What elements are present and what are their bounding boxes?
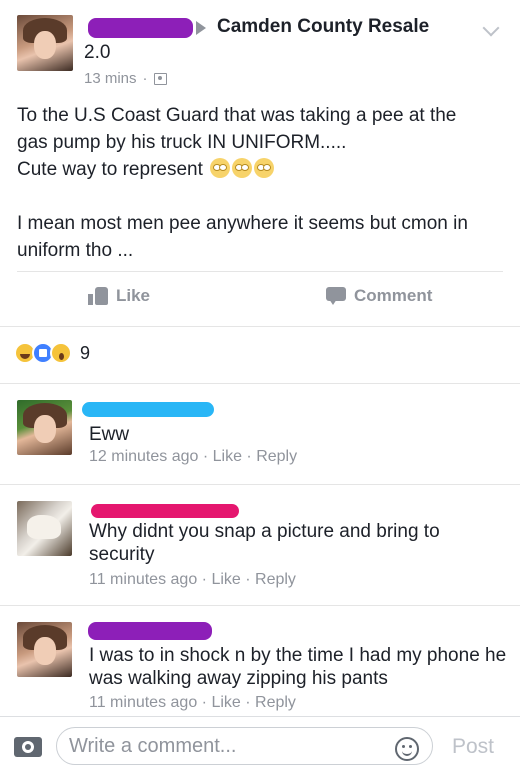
wow-reaction-icon bbox=[50, 342, 72, 364]
dog-photo bbox=[27, 515, 61, 539]
comment-meta: 11 minutes ago · Like · Reply bbox=[89, 571, 296, 588]
comment-timestamp[interactable]: 12 minutes ago bbox=[89, 448, 198, 465]
group-name-link[interactable]: Camden County Resale bbox=[217, 16, 429, 38]
comment-item: Eww 12 minutes ago · Like · Reply bbox=[0, 383, 520, 483]
comment-label: Comment bbox=[354, 286, 433, 305]
author-name-redaction bbox=[88, 18, 193, 38]
comment-like-link[interactable]: Like bbox=[211, 571, 240, 588]
comment-composer: Post bbox=[0, 716, 520, 768]
comment-like-link[interactable]: Like bbox=[213, 448, 242, 465]
comment-item: Why didnt you snap a picture and bring t… bbox=[0, 484, 520, 604]
post-timestamp[interactable]: 13 mins bbox=[84, 70, 137, 87]
comment-item: I was to in shock n by the time I had my… bbox=[0, 605, 520, 715]
reactions-summary[interactable]: 9 bbox=[14, 342, 90, 364]
chevron-down-icon[interactable] bbox=[482, 19, 500, 37]
comment-text: Eww bbox=[89, 424, 130, 445]
commenter-avatar[interactable] bbox=[17, 400, 72, 455]
comment-timestamp[interactable]: 11 minutes ago bbox=[89, 694, 197, 711]
comment-meta: 11 minutes ago · Like · Reply bbox=[89, 694, 296, 711]
divider bbox=[0, 326, 520, 327]
like-button[interactable]: Like bbox=[88, 286, 150, 306]
smiley-icon[interactable] bbox=[395, 737, 419, 761]
post-button[interactable]: Post bbox=[452, 735, 494, 759]
commenter-name-redaction bbox=[82, 402, 214, 417]
commenter-avatar[interactable] bbox=[17, 622, 72, 677]
author-name-suffix[interactable]: 2.0 bbox=[84, 42, 110, 64]
commenter-avatar[interactable] bbox=[17, 501, 72, 556]
post-body-line: Cute way to represent bbox=[17, 156, 507, 183]
comment-text: I was to in shock n by the time I had my… bbox=[89, 645, 507, 689]
comment-input[interactable] bbox=[56, 727, 433, 765]
comment-reply-link[interactable]: Reply bbox=[255, 694, 296, 711]
rolling-eyes-emoji bbox=[254, 158, 275, 178]
meta-separator: · bbox=[142, 70, 148, 87]
divider bbox=[17, 271, 503, 272]
comment-timestamp[interactable]: 11 minutes ago bbox=[89, 571, 197, 588]
like-label: Like bbox=[116, 286, 151, 305]
camera-icon[interactable] bbox=[14, 737, 42, 757]
post-body-paragraph: I mean most men pee anywhere it seems bu… bbox=[17, 213, 468, 261]
post-body-line: gas pump by his truck IN UNIFORM..... bbox=[17, 132, 347, 153]
post-body-text: Cute way to represent bbox=[17, 159, 203, 180]
comment-meta: 12 minutes ago · Like · Reply bbox=[89, 448, 298, 465]
group-privacy-icon bbox=[153, 72, 167, 85]
comment-reply-link[interactable]: Reply bbox=[256, 448, 297, 465]
commenter-name-redaction bbox=[88, 622, 212, 640]
comment-reply-link[interactable]: Reply bbox=[255, 571, 296, 588]
comment-button[interactable]: Comment bbox=[326, 286, 432, 306]
comment-like-link[interactable]: Like bbox=[211, 694, 240, 711]
post-body: To the U.S Coast Guard that was taking a… bbox=[17, 102, 507, 264]
post-meta: 13 mins · bbox=[84, 70, 167, 87]
reaction-count: 9 bbox=[80, 342, 91, 363]
like-icon bbox=[88, 287, 108, 305]
comment-text: Why didnt you snap a picture and bring t… bbox=[89, 521, 440, 565]
rolling-eyes-emoji bbox=[232, 158, 253, 178]
commenter-name-redaction bbox=[91, 504, 239, 518]
post-body-line: To the U.S Coast Guard that was taking a… bbox=[17, 105, 457, 126]
shared-to-arrow-icon bbox=[196, 21, 206, 35]
comment-icon bbox=[326, 287, 346, 305]
rolling-eyes-emoji bbox=[210, 158, 231, 178]
author-avatar[interactable] bbox=[17, 15, 73, 71]
